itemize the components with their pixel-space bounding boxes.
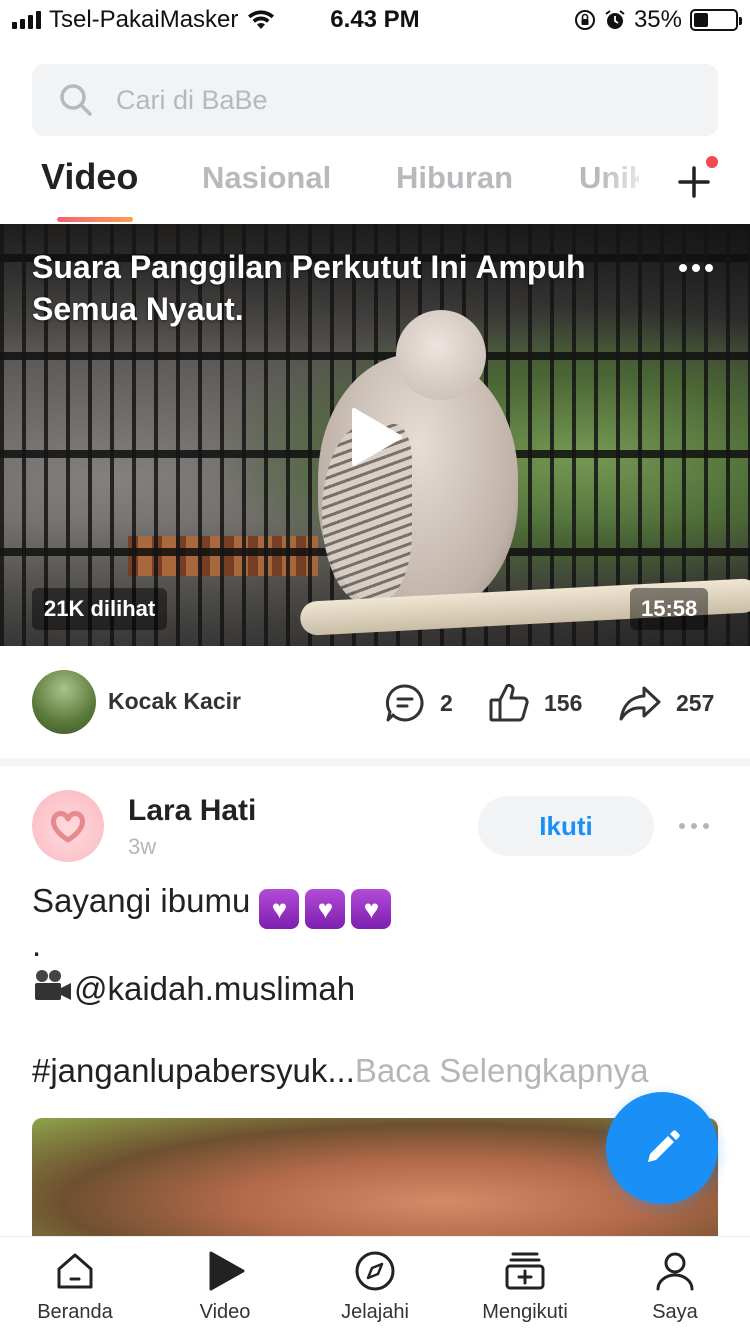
nav-video[interactable]: Video [150,1249,300,1324]
nav-label: Saya [652,1301,698,1323]
movie-camera-icon [35,970,71,1000]
post-time: 3w [128,834,157,859]
hashtag-text[interactable]: #janganlupabersyuk... [32,1052,355,1089]
post-author[interactable]: Lara Hati [128,794,256,828]
notification-dot [706,156,718,168]
follow-button[interactable]: Ikuti [478,796,654,856]
search-bar[interactable]: Cari di BaBe [32,64,718,136]
nav-saya[interactable]: Saya [600,1249,750,1324]
battery-icon [690,9,742,31]
heart-hands-icon [50,811,86,843]
section-divider [0,758,750,766]
like-count: 156 [544,689,583,716]
compass-icon [355,1251,395,1291]
battery-fill [694,13,708,27]
mention-link[interactable]: @kaidah.muslimah [74,970,355,1007]
nav-label: Beranda [37,1301,113,1323]
wifi-icon [248,10,275,29]
post-more-icon[interactable] [678,816,710,836]
nav-label: Mengikuti [482,1301,568,1323]
views-badge: 21K dilihat [32,588,168,630]
post-text: Sayangi ibumu [32,882,251,919]
play-icon [209,1251,245,1291]
purple-heart-icon: ♥ [351,889,392,929]
comment-button[interactable]: 2 [384,682,453,724]
person-icon [656,1252,694,1291]
tab-hiburan[interactable]: Hiburan [396,160,513,196]
category-tabs: Video Nasional Hiburan Unik [0,150,750,224]
duration-badge: 15:58 [630,588,709,630]
nav-label: Video [199,1301,251,1323]
pencil-icon [648,1130,680,1162]
nav-label: Jelajahi [341,1301,409,1323]
nav-jelajahi[interactable]: Jelajahi [300,1249,450,1324]
purple-heart-icon: ♥ [305,889,346,929]
nav-mengikuti[interactable]: Mengikuti [450,1249,600,1324]
status-left: Tsel-PakaiMasker [12,6,276,34]
tab-nasional[interactable]: Nasional [202,160,331,196]
post-text-line-3: @kaidah.muslimah [32,968,355,1008]
post-text-line-1: Sayangi ibumu ♥ ♥ ♥ [32,882,397,929]
nav-beranda[interactable]: Beranda [0,1249,150,1324]
video-meta-row: Kocak Kacir 2 156 257 [0,646,750,760]
bottom-navigation: Beranda Video Jelajahi Mengikuti Saya [0,1236,750,1334]
channel-name[interactable]: Kocak Kacir [108,688,241,715]
comment-icon [385,684,424,722]
read-more-link[interactable]: Baca Selengkapnya [355,1052,649,1089]
channel-avatar[interactable] [32,670,96,734]
share-icon [619,686,661,721]
purple-heart-icon: ♥ [259,889,300,929]
play-icon[interactable] [348,406,404,468]
thumbs-up-icon [489,683,529,722]
more-options-icon[interactable] [676,252,716,282]
video-title[interactable]: Suara Panggilan Perkutut Ini Ampuh Semua… [32,246,672,330]
share-count: 257 [676,689,715,716]
search-placeholder: Cari di BaBe [116,84,268,115]
comment-count: 2 [440,689,453,716]
post-text-line-2: . [32,926,42,963]
post-text-line-4: #janganlupabersyuk...Baca Selengkapnya [32,1052,648,1090]
battery-percent: 35% [633,6,682,33]
share-button[interactable]: 257 [618,682,714,724]
active-tab-indicator [57,217,133,222]
tab-fade [600,150,660,220]
carrier-name: Tsel-PakaiMasker [49,6,239,33]
video-player[interactable]: Suara Panggilan Perkutut Ini Ampuh Semua… [0,224,750,646]
rotation-lock-icon [574,10,595,30]
home-icon [57,1253,93,1289]
signal-icon [12,11,41,29]
status-bar: Tsel-PakaiMasker 6.43 PM 35% [0,0,750,40]
search-icon [60,84,92,116]
like-button[interactable]: 156 [488,682,582,724]
tab-video[interactable]: Video [41,156,138,198]
compose-button[interactable] [606,1092,718,1204]
following-icon [505,1252,545,1290]
status-right: 35% [574,6,742,34]
author-avatar[interactable] [32,790,104,862]
alarm-icon [605,10,625,29]
